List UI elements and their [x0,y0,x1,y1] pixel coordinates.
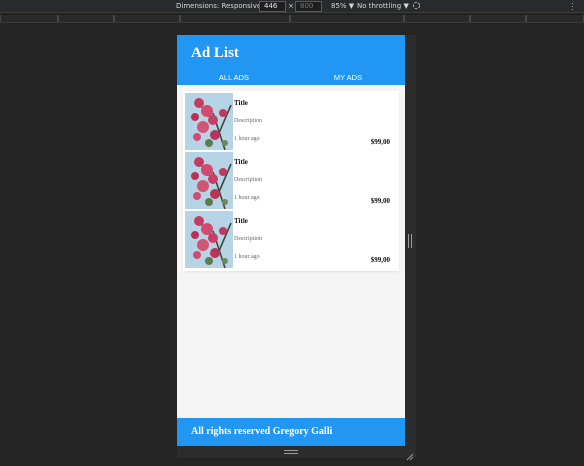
ad-card[interactable]: Title Description 1 hour ago $99,00 [184,151,398,210]
ad-timestamp: 1 hour ago [234,195,260,201]
media-query-segment[interactable] [526,15,584,22]
ad-thumbnail [185,93,233,150]
rotate-icon[interactable] [412,1,421,14]
media-query-segment[interactable] [58,15,114,22]
ad-thumbnail [185,152,233,209]
ad-price: $99,00 [370,138,390,146]
chevron-down-icon: ▼ [348,2,355,10]
ad-title: Title [234,217,248,225]
page-title: Ad List [191,45,239,61]
ad-description: Description [234,177,262,183]
device-toolbar: Dimensions: Responsive ▼ 446 × 800 85% ▼… [0,0,584,14]
dimensions-dropdown[interactable]: Dimensions: Responsive ▼ [176,1,269,12]
width-resize-handle[interactable] [408,234,412,248]
zoom-dropdown[interactable]: 85% ▼ [331,1,354,12]
width-input[interactable]: 446 [259,1,286,12]
height-input[interactable]: 800 [295,1,322,12]
ad-price: $99,00 [370,256,390,264]
height-resize-handle[interactable] [284,450,298,454]
ad-price: $99,00 [370,197,390,205]
ad-timestamp: 1 hour ago [234,136,260,142]
media-query-segment[interactable] [404,15,470,22]
more-options-icon[interactable]: · · · [571,0,574,14]
throttling-label: No throttling [357,2,402,10]
media-query-bar [0,14,584,23]
ad-thumbnail [185,211,233,268]
ad-list: Title Description 1 hour ago $99,00 Titl… [183,91,399,271]
app-footer: All rights reserved Gregory Galli [177,418,405,446]
media-query-segment[interactable] [290,15,404,22]
chevron-down-icon: ▼ [403,2,409,10]
zoom-label: 85% [331,2,347,10]
media-query-segment[interactable] [0,15,58,22]
footer-copyright: All rights reserved Gregory Galli [191,426,333,437]
ad-timestamp: 1 hour ago [234,254,260,260]
media-query-segment[interactable] [114,15,180,22]
corner-resize-icon[interactable] [406,448,414,461]
times-symbol: × [288,2,294,10]
app-header: Ad List ALL ADS MY ADS [177,35,405,85]
device-viewport: Ad List ALL ADS MY ADS Title Description [177,35,405,446]
ad-card[interactable]: Title Description 1 hour ago $99,00 [184,210,398,269]
tab-bar: ALL ADS MY ADS [177,70,405,85]
media-query-segment[interactable] [180,15,290,22]
ad-description: Description [234,118,262,124]
tab-all-ads[interactable]: ALL ADS [177,70,291,85]
ad-card[interactable]: Title Description 1 hour ago $99,00 [184,92,398,151]
dimensions-label: Dimensions: Responsive [176,2,262,10]
media-query-segment[interactable] [470,15,526,22]
tab-my-ads[interactable]: MY ADS [291,70,405,85]
ad-title: Title [234,99,248,107]
ad-title: Title [234,158,248,166]
ad-description: Description [234,236,262,242]
throttling-dropdown[interactable]: No throttling ▼ [357,1,409,12]
